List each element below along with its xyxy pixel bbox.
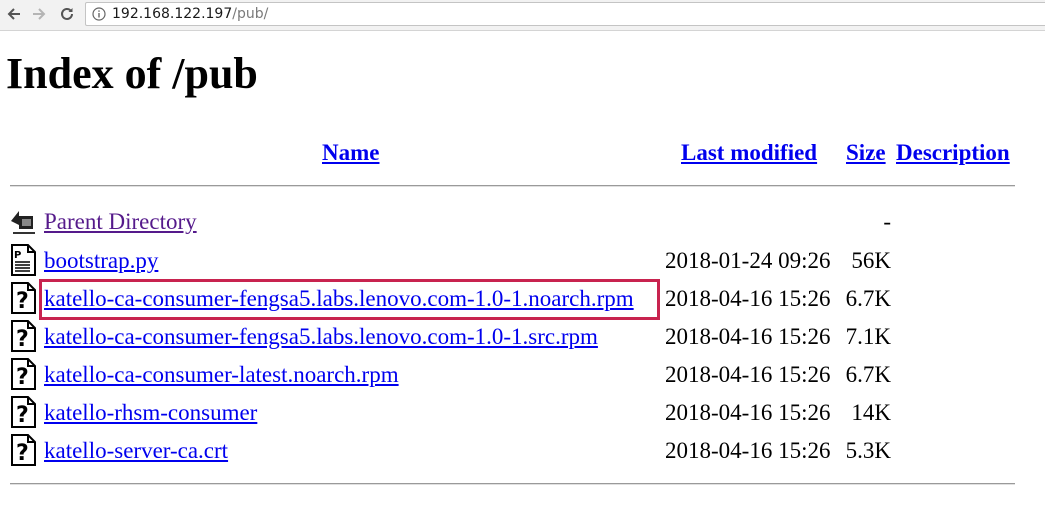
last-modified-cell: 2018-04-16 15:26 [665,324,831,349]
arrow-left-icon [7,8,20,20]
back-button[interactable] [3,3,25,25]
reload-button[interactable] [56,3,78,25]
text-file-icon: P [11,244,36,276]
size-cell: 6.7K [845,362,891,387]
file-link[interactable]: katello-ca-consumer-latest.noarch.rpm [44,362,399,388]
header-divider [10,185,1015,187]
list-item: ? katello-rhsm-consumer 2018-04-16 15:26… [0,395,1045,433]
size-cell: 56K [851,248,891,273]
column-header-description[interactable]: Description [896,139,1010,167]
url-host: 192.168.122.197 [112,6,233,22]
forward-button[interactable] [28,3,50,25]
unknown-file-icon: ? [11,282,36,314]
size-cell: 7.1K [845,324,891,349]
footer-divider [10,483,1015,485]
list-item: ? katello-ca-consumer-fengsa5.labs.lenov… [0,319,1045,357]
last-modified-cell: 2018-04-16 15:26 [665,438,831,463]
last-modified-cell: 2018-04-16 15:26 [665,286,831,311]
file-link[interactable]: katello-rhsm-consumer [44,400,257,426]
file-link[interactable]: katello-ca-consumer-fengsa5.labs.lenovo.… [44,286,634,312]
svg-text:?: ? [16,289,29,314]
unknown-file-icon: ? [11,358,36,390]
unknown-file-icon: ? [11,320,36,352]
svg-text:P: P [14,250,21,261]
list-item: P bootstrap.py 2018-01-24 09:26 56K [0,243,1045,281]
unknown-file-icon: ? [11,434,36,466]
svg-text:?: ? [16,365,29,390]
list-item: ? katello-ca-consumer-latest.noarch.rpm … [0,357,1045,395]
arrow-right-icon [33,8,46,20]
last-modified-cell: 2018-04-16 15:26 [665,362,831,387]
last-modified-cell: 2018-04-16 15:26 [665,400,831,425]
reload-icon [61,7,73,20]
list-item: Parent Directory - [0,204,1045,242]
browser-toolbar: 192.168.122.197/pub/ [0,0,1045,31]
file-link[interactable]: katello-ca-consumer-fengsa5.labs.lenovo.… [44,324,598,350]
back-folder-icon [11,211,35,234]
column-header-size[interactable]: Size [846,139,886,167]
url-path: /pub/ [232,6,269,22]
address-url[interactable]: 192.168.122.197/pub/ [112,3,268,25]
size-cell: 14K [851,400,891,425]
last-modified-cell: 2018-01-24 09:26 [665,248,831,273]
svg-text:?: ? [16,403,29,428]
unknown-file-icon: ? [11,396,36,428]
column-header-name[interactable]: Name [322,139,379,167]
page-title: Index of /pub [6,49,258,98]
file-link[interactable]: bootstrap.py [44,248,158,274]
file-link-parent-directory[interactable]: Parent Directory [44,209,197,235]
list-item: ? katello-server-ca.crt 2018-04-16 15:26… [0,433,1045,471]
list-item: ? katello-ca-consumer-fengsa5.labs.lenov… [0,281,1045,319]
file-link[interactable]: katello-server-ca.crt [44,438,228,464]
address-bar[interactable]: 192.168.122.197/pub/ [85,2,1045,26]
size-cell: 5.3K [845,438,891,463]
column-header-last-modified[interactable]: Last modified [681,139,817,167]
svg-text:?: ? [16,441,29,466]
svg-text:?: ? [16,327,29,352]
size-cell: 6.7K [845,286,891,311]
size-cell: - [883,209,891,234]
info-icon[interactable] [92,7,106,21]
